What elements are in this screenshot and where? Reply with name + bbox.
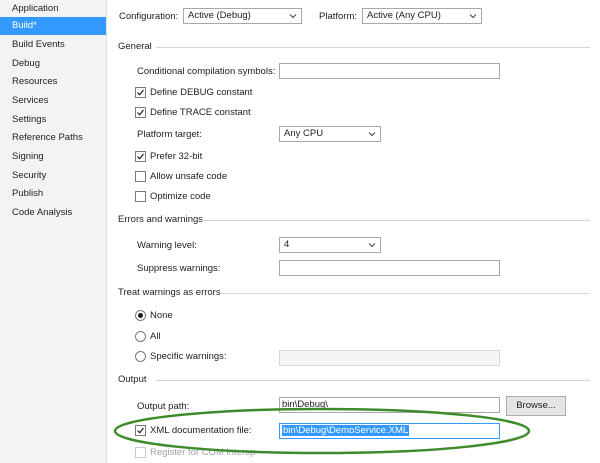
chevron-down-icon bbox=[289, 14, 297, 19]
define-debug-checkbox[interactable] bbox=[135, 87, 146, 98]
divider bbox=[156, 380, 590, 381]
sidebar-item-security[interactable]: Security bbox=[0, 167, 106, 185]
register-com-label: Register for COM interop bbox=[150, 447, 256, 458]
specific-warnings-input[interactable] bbox=[279, 350, 500, 366]
check-icon bbox=[137, 427, 144, 434]
prefer-32bit-checkbox[interactable] bbox=[135, 151, 146, 162]
chevron-down-icon bbox=[469, 14, 477, 19]
sidebar-item-services[interactable]: Services bbox=[0, 92, 106, 110]
divider bbox=[220, 293, 590, 294]
prefer-32bit-label: Prefer 32-bit bbox=[150, 151, 203, 162]
platform-value: Active (Any CPU) bbox=[367, 10, 441, 21]
conditional-symbols-input[interactable] bbox=[279, 63, 500, 79]
conditional-symbols-label: Conditional compilation symbols: bbox=[137, 66, 276, 77]
radio-none-label: None bbox=[150, 310, 173, 321]
radio-all[interactable] bbox=[135, 331, 146, 342]
radio-all-label: All bbox=[150, 331, 161, 342]
platform-label: Platform: bbox=[319, 11, 358, 22]
output-path-label: Output path: bbox=[137, 401, 190, 412]
configuration-label: Configuration: bbox=[119, 11, 179, 22]
platform-target-value: Any CPU bbox=[284, 128, 324, 139]
check-icon bbox=[137, 89, 144, 96]
radio-specific-label: Specific warnings: bbox=[150, 351, 227, 362]
sidebar-item-resources[interactable]: Resources bbox=[0, 73, 106, 91]
chevron-down-icon bbox=[368, 243, 376, 248]
sidebar: Application Build* Build Events Debug Re… bbox=[0, 0, 107, 463]
sidebar-item-build[interactable]: Build* bbox=[0, 17, 106, 35]
radio-none[interactable] bbox=[135, 310, 146, 321]
treat-section-header: Treat warnings as errors bbox=[118, 286, 590, 300]
sidebar-item-code-analysis[interactable]: Code Analysis bbox=[0, 204, 106, 222]
configuration-dropdown[interactable]: Active (Debug) bbox=[183, 8, 302, 24]
xml-doc-input[interactable]: bin\Debug\DemoService.XML bbox=[279, 423, 500, 439]
sidebar-item-application[interactable]: Application bbox=[0, 0, 106, 18]
general-section-header: General bbox=[118, 40, 590, 54]
xml-doc-selected-text: bin\Debug\DemoService.XML bbox=[282, 425, 410, 436]
xml-doc-label: XML documentation file: bbox=[150, 425, 252, 436]
xml-doc-checkbox[interactable] bbox=[135, 425, 146, 436]
general-header: General bbox=[118, 41, 152, 52]
errors-section-header: Errors and warnings bbox=[118, 213, 590, 227]
define-trace-label: Define TRACE constant bbox=[150, 107, 251, 118]
warning-level-value: 4 bbox=[284, 239, 290, 250]
sidebar-item-publish[interactable]: Publish bbox=[0, 185, 106, 203]
sidebar-item-signing[interactable]: Signing bbox=[0, 148, 106, 166]
browse-button[interactable]: Browse... bbox=[506, 396, 566, 416]
radio-specific[interactable] bbox=[135, 351, 146, 362]
suppress-warnings-input[interactable] bbox=[279, 260, 500, 276]
configuration-value: Active (Debug) bbox=[188, 10, 251, 21]
radio-dot bbox=[138, 313, 143, 318]
allow-unsafe-label: Allow unsafe code bbox=[150, 171, 228, 182]
platform-target-label: Platform target: bbox=[137, 129, 202, 140]
output-header: Output bbox=[118, 374, 147, 385]
divider bbox=[198, 220, 590, 221]
output-path-input[interactable]: bin\Debug\ bbox=[279, 397, 500, 413]
platform-target-dropdown[interactable]: Any CPU bbox=[279, 126, 381, 142]
define-debug-label: Define DEBUG constant bbox=[150, 87, 253, 98]
sidebar-item-debug[interactable]: Debug bbox=[0, 55, 106, 73]
divider bbox=[156, 47, 590, 48]
check-icon bbox=[137, 153, 144, 160]
sidebar-item-settings[interactable]: Settings bbox=[0, 111, 106, 129]
warning-level-dropdown[interactable]: 4 bbox=[279, 237, 381, 253]
treat-header: Treat warnings as errors bbox=[118, 287, 221, 298]
sidebar-item-reference-paths[interactable]: Reference Paths bbox=[0, 129, 106, 147]
suppress-warnings-label: Suppress warnings: bbox=[137, 263, 221, 274]
platform-dropdown[interactable]: Active (Any CPU) bbox=[362, 8, 482, 24]
allow-unsafe-checkbox[interactable] bbox=[135, 171, 146, 182]
sidebar-item-build-events[interactable]: Build Events bbox=[0, 36, 106, 54]
output-section-header: Output bbox=[118, 373, 590, 387]
define-trace-checkbox[interactable] bbox=[135, 107, 146, 118]
optimize-code-checkbox[interactable] bbox=[135, 191, 146, 202]
optimize-code-label: Optimize code bbox=[150, 191, 211, 202]
register-com-checkbox[interactable] bbox=[135, 447, 146, 458]
chevron-down-icon bbox=[368, 132, 376, 137]
errors-header: Errors and warnings bbox=[118, 214, 204, 225]
warning-level-label: Warning level: bbox=[137, 240, 197, 251]
check-icon bbox=[137, 109, 144, 116]
